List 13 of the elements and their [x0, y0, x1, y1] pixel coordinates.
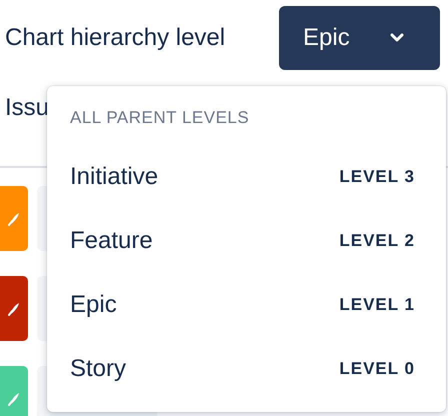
menu-item[interactable]: Feature LEVEL 2: [47, 209, 446, 273]
hierarchy-dropdown[interactable]: Epic: [279, 6, 440, 70]
menu-item[interactable]: Initiative LEVEL 3: [47, 145, 446, 209]
level-label: LEVEL 2: [339, 231, 415, 251]
level-label: LEVEL 3: [339, 167, 415, 187]
level-label: LEVEL 1: [339, 295, 415, 315]
column-header: Issu: [5, 94, 50, 121]
level-label: LEVEL 0: [339, 359, 415, 379]
hierarchy-label: Chart hierarchy level: [5, 24, 226, 52]
menu-item[interactable]: Epic LEVEL 1: [47, 273, 446, 337]
chevron-icon: [390, 33, 404, 43]
menu-heading: ALL PARENT LEVELS: [69, 108, 250, 128]
menu-item[interactable]: Story LEVEL 0: [47, 337, 446, 401]
